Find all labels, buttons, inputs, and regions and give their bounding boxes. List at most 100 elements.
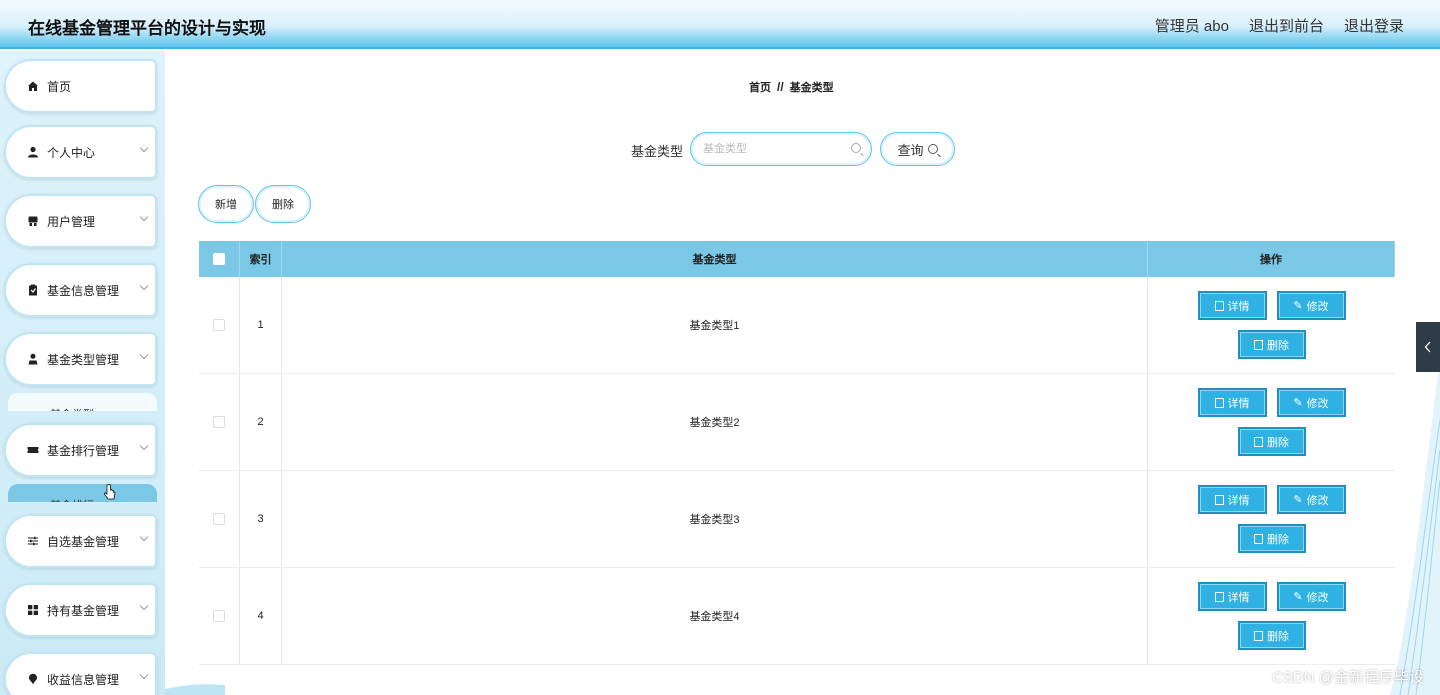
sidebar-item-personal-center[interactable]: 个人中心 xyxy=(4,125,157,179)
app-title: 在线基金管理平台的设计与实现 xyxy=(28,19,266,38)
pencil-icon: ✎ xyxy=(1293,494,1303,506)
row-checkbox[interactable] xyxy=(213,513,225,525)
column-header-type: 基金类型 xyxy=(282,241,1148,277)
sidebar-item-home[interactable]: 首页 xyxy=(4,59,157,113)
delete-button[interactable]: 删除 xyxy=(1237,621,1306,650)
grid-icon xyxy=(26,603,40,617)
detail-button-label: 详情 xyxy=(1227,494,1250,507)
sidebar-item-label: 持有基金管理 xyxy=(47,603,120,618)
row-ops: 详情 ✎ 修改 删除 xyxy=(1192,485,1352,553)
chevron-down-icon xyxy=(139,350,149,360)
add-button[interactable]: 新增 xyxy=(198,185,254,223)
person-icon xyxy=(26,352,40,366)
row-checkbox[interactable] xyxy=(213,416,225,428)
query-button[interactable]: 查询 xyxy=(880,132,955,166)
document-icon xyxy=(1214,494,1224,505)
delete-button[interactable]: 删除 xyxy=(1237,427,1306,456)
csdn-watermark: CSDN @金新程序毕设 xyxy=(1272,669,1424,686)
submenu-item-fund-type[interactable]: 基金类型 xyxy=(8,393,157,411)
pin-icon xyxy=(26,672,40,686)
home-icon xyxy=(26,79,40,93)
detail-button-label: 详情 xyxy=(1227,591,1250,604)
row-fund-type: 基金类型4 xyxy=(282,568,1148,664)
sidebar-item-label: 自选基金管理 xyxy=(47,534,120,549)
row-index: 4 xyxy=(240,568,282,664)
search-input[interactable] xyxy=(703,141,848,157)
clipboard-icon xyxy=(26,283,40,297)
row-select-cell xyxy=(199,277,240,373)
sidebar-item-label: 基金排行管理 xyxy=(47,443,120,458)
row-checkbox[interactable] xyxy=(213,319,225,331)
sidebar-item-fund-type[interactable]: 基金类型管理 xyxy=(4,332,157,386)
sidebar-item-label: 首页 xyxy=(47,79,72,94)
sidebar-item-label: 基金类型管理 xyxy=(47,352,120,367)
row-checkbox[interactable] xyxy=(213,610,225,622)
chevron-down-icon xyxy=(139,532,149,542)
exit-to-front-link[interactable]: 退出到前台 xyxy=(1249,15,1324,36)
chevron-left-icon xyxy=(1424,341,1431,353)
mouse-cursor-icon xyxy=(104,484,116,502)
trash-icon xyxy=(1254,436,1263,447)
top-header: 在线基金管理平台的设计与实现 管理员 abo 退出到前台 退出登录 xyxy=(0,0,1440,49)
sliders-icon xyxy=(26,534,40,548)
sidebar-item-watchlist[interactable]: 自选基金管理 xyxy=(4,514,157,568)
detail-button[interactable]: 详情 xyxy=(1197,582,1267,611)
collapse-panel-toggle[interactable] xyxy=(1416,322,1440,372)
sidebar-item-fund-rank[interactable]: 基金排行管理 xyxy=(4,423,157,477)
row-index: 3 xyxy=(240,471,282,567)
query-button-label: 查询 xyxy=(897,142,924,158)
sidebar-item-fund-info[interactable]: 基金信息管理 xyxy=(4,263,157,317)
row-index: 2 xyxy=(240,374,282,470)
user-icon xyxy=(26,145,40,159)
row-ops: 详情 ✎ 修改 删除 xyxy=(1192,291,1352,359)
background-wave-decoration xyxy=(1390,360,1440,695)
row-select-cell xyxy=(199,374,240,470)
sidebar-item-label: 用户管理 xyxy=(47,214,96,229)
edit-button-label: 修改 xyxy=(1306,591,1329,604)
trash-icon xyxy=(1254,339,1263,350)
search-label: 基金类型 xyxy=(631,144,684,159)
pencil-icon: ✎ xyxy=(1293,397,1303,409)
delete-button-label: 删除 xyxy=(1267,339,1289,352)
detail-button[interactable]: 详情 xyxy=(1197,291,1267,320)
table-row: 3 基金类型3 详情 ✎ 修改 删除 xyxy=(199,471,1395,568)
chevron-down-icon xyxy=(139,212,149,222)
edit-button-label: 修改 xyxy=(1306,300,1329,313)
row-ops-cell: 详情 ✎ 修改 删除 xyxy=(1148,277,1395,373)
search-icon xyxy=(927,144,938,154)
detail-button[interactable]: 详情 xyxy=(1197,485,1267,514)
trash-icon xyxy=(1254,630,1263,641)
delete-button[interactable]: 删除 xyxy=(1237,330,1306,359)
users-icon xyxy=(26,214,40,228)
edit-button[interactable]: ✎ 修改 xyxy=(1276,485,1346,514)
delete-button-label: 删除 xyxy=(1267,436,1289,449)
submenu-item-fund-rank[interactable]: 基金排行 xyxy=(8,484,157,502)
chevron-down-icon xyxy=(139,601,149,611)
logout-link[interactable]: 退出登录 xyxy=(1344,15,1404,36)
edit-button[interactable]: ✎ 修改 xyxy=(1276,388,1346,417)
delete-button[interactable]: 删除 xyxy=(1237,524,1306,553)
sidebar-item-user-management[interactable]: 用户管理 xyxy=(4,194,157,248)
select-all-checkbox[interactable] xyxy=(213,253,225,265)
row-fund-type: 基金类型3 xyxy=(282,471,1148,567)
table-header: 索引 基金类型 操作 xyxy=(199,241,1395,277)
header-nav: 管理员 abo 退出到前台 退出登录 xyxy=(1155,15,1404,36)
ticket-icon xyxy=(26,443,40,457)
pencil-icon: ✎ xyxy=(1293,300,1303,312)
breadcrumb-home[interactable]: 首页 xyxy=(749,82,771,94)
sidebar-item-earnings[interactable]: 收益信息管理 xyxy=(4,652,157,695)
sidebar-item-holdings[interactable]: 持有基金管理 xyxy=(4,583,157,637)
detail-button-label: 详情 xyxy=(1227,397,1250,410)
chevron-down-icon xyxy=(139,281,149,291)
edit-button[interactable]: ✎ 修改 xyxy=(1276,582,1346,611)
row-ops-cell: 详情 ✎ 修改 删除 xyxy=(1148,568,1395,664)
table-body: 1 基金类型1 详情 ✎ 修改 删除 2 基金类型2 详情 ✎ 修改 删除 3 基金… xyxy=(199,277,1395,665)
detail-button[interactable]: 详情 xyxy=(1197,388,1267,417)
edit-button[interactable]: ✎ 修改 xyxy=(1276,291,1346,320)
batch-delete-button[interactable]: 删除 xyxy=(255,185,311,223)
select-all-cell xyxy=(199,241,240,277)
detail-button-label: 详情 xyxy=(1227,300,1250,313)
row-ops-cell: 详情 ✎ 修改 删除 xyxy=(1148,471,1395,567)
breadcrumb-current: 基金类型 xyxy=(789,82,834,94)
pencil-icon: ✎ xyxy=(1293,591,1303,603)
